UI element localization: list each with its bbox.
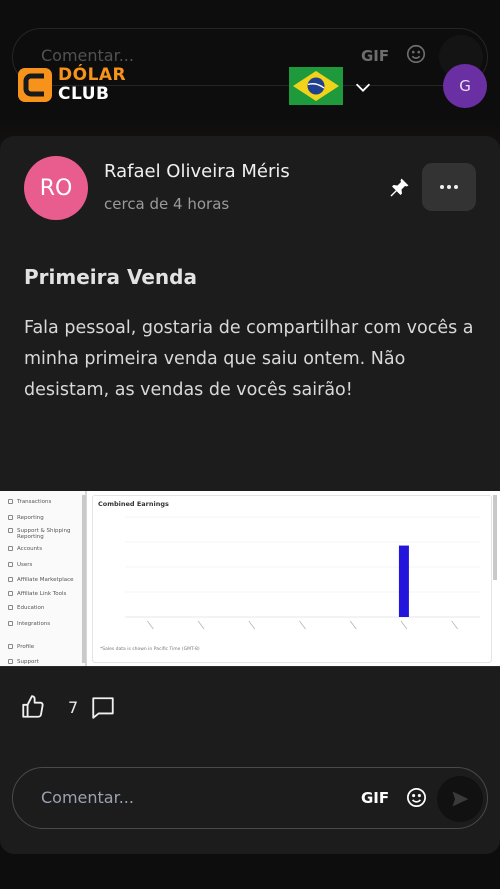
- more-options-button[interactable]: [422, 163, 476, 211]
- chart-tick-mark: [400, 620, 408, 630]
- likes-count: 7: [68, 698, 79, 717]
- dot-icon: [440, 185, 444, 189]
- post-body: Fala pessoal, gostaria de compartilhar c…: [24, 318, 474, 400]
- like-icon[interactable]: [20, 694, 46, 720]
- attachment-footnote: *Sales data is shown in Pacific Time (GM…: [100, 647, 200, 652]
- dot-icon: [447, 185, 451, 189]
- chart-tick-mark: [147, 620, 154, 630]
- post-image[interactable]: Transactions Reporting Support & Shippin…: [0, 491, 500, 667]
- comment-input[interactable]: Comentar...: [41, 788, 134, 807]
- emoji-icon: [406, 44, 426, 64]
- chart-tick-mark: [451, 620, 458, 630]
- brazil-flag-icon[interactable]: [289, 67, 343, 105]
- pin-icon[interactable]: [387, 176, 411, 200]
- send-button[interactable]: [437, 776, 483, 822]
- background-gif-label: GIF: [361, 47, 390, 65]
- logo-text-top: DÓLAR: [58, 65, 127, 85]
- gif-button[interactable]: GIF: [361, 789, 389, 807]
- logo-text-bottom: CLUB: [58, 84, 110, 104]
- author-name[interactable]: Rafael Oliveira Méris: [104, 161, 290, 182]
- chart-tick-mark: [299, 620, 306, 630]
- image-divider: [0, 666, 500, 667]
- dolar-club-logo[interactable]: DÓLAR CLUB: [18, 65, 144, 105]
- chart-bar: [398, 545, 409, 617]
- user-avatar[interactable]: G: [443, 64, 487, 108]
- comment-bar[interactable]: Comentar... GIF: [12, 767, 488, 829]
- dot-icon: [454, 185, 458, 189]
- chart-tick-mark: [248, 620, 256, 630]
- post-time: cerca de 4 horas: [104, 195, 230, 213]
- emoji-icon[interactable]: [405, 786, 428, 809]
- background-comment-placeholder: Comentar...: [41, 46, 134, 65]
- chart-tick-mark: [197, 620, 205, 630]
- attachment-chart: [125, 516, 480, 630]
- send-icon: [452, 791, 469, 807]
- chevron-down-icon[interactable]: [352, 76, 374, 98]
- chart-tick-mark: [349, 620, 357, 630]
- comment-icon[interactable]: [90, 695, 116, 721]
- post-title: Primeira Venda: [24, 265, 197, 289]
- author-avatar[interactable]: RO: [24, 156, 88, 220]
